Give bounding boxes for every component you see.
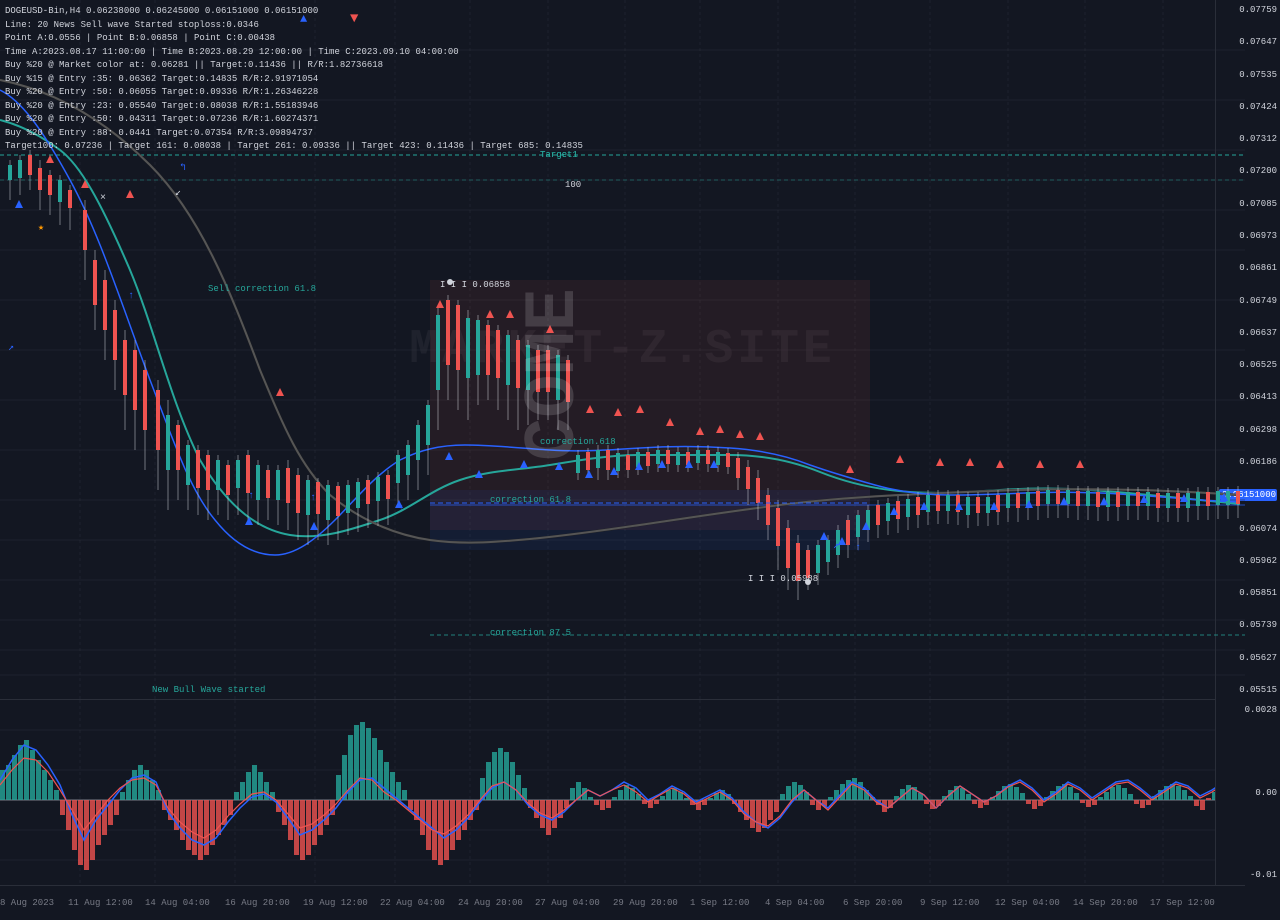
svg-text:×: × bbox=[100, 193, 106, 204]
date-aug19: 19 Aug 12:00 bbox=[303, 898, 368, 908]
date-sep9: 9 Sep 12:00 bbox=[920, 898, 979, 908]
date-sep17: 17 Sep 12:00 bbox=[1150, 898, 1215, 908]
chart-container: MARKET-Z.SITE bbox=[0, 0, 1280, 920]
date-aug16: 16 Aug 20:00 bbox=[225, 898, 290, 908]
macd-val-mid: 0.00 bbox=[1219, 788, 1277, 798]
date-aug22: 22 Aug 04:00 bbox=[380, 898, 445, 908]
svg-text:↗: ↗ bbox=[833, 541, 839, 552]
date-aug27: 27 Aug 04:00 bbox=[535, 898, 600, 908]
svg-text:↑: ↑ bbox=[398, 503, 404, 514]
macd-panel: ZeroLag MACD(12,26) -0.0002 -0.0002 -0.0… bbox=[0, 700, 1245, 885]
bottom-time-axis: 8 Aug 2023 11 Aug 12:00 14 Aug 04:00 16 … bbox=[0, 885, 1245, 920]
main-chart: MARKET-Z.SITE bbox=[0, 0, 1245, 700]
date-aug11: 11 Aug 12:00 bbox=[68, 898, 133, 908]
date-sep1: 1 Sep 12:00 bbox=[690, 898, 749, 908]
svg-text:▲: ▲ bbox=[300, 12, 308, 26]
date-aug24: 24 Aug 20:00 bbox=[458, 898, 523, 908]
main-chart-svg: ▼ ▲ × ↰ ↙ ★ ↗ ↑ ↑ ↑ ↑ ↗ bbox=[0, 0, 1245, 700]
svg-text:COME: COME bbox=[513, 288, 595, 461]
svg-text:↙: ↙ bbox=[175, 188, 181, 199]
svg-text:▼: ▼ bbox=[350, 11, 359, 27]
date-aug8: 8 Aug 2023 bbox=[0, 898, 54, 908]
macd-svg bbox=[0, 700, 1245, 885]
svg-text:↰: ↰ bbox=[180, 163, 186, 174]
svg-text:↑: ↑ bbox=[248, 491, 254, 502]
svg-text:★: ★ bbox=[38, 223, 44, 234]
date-sep14: 14 Sep 20:00 bbox=[1073, 898, 1138, 908]
svg-text:↑: ↑ bbox=[855, 543, 861, 554]
date-aug29: 29 Aug 20:00 bbox=[613, 898, 678, 908]
date-sep6: 6 Sep 20:00 bbox=[843, 898, 902, 908]
date-aug14: 14 Aug 04:00 bbox=[145, 898, 210, 908]
svg-text:↑: ↑ bbox=[128, 291, 134, 302]
macd-val-upper: 0.0028 bbox=[1219, 705, 1277, 715]
macd-val-lower: -0.01 bbox=[1219, 870, 1277, 880]
svg-text:↑: ↑ bbox=[310, 493, 316, 504]
right-macd-axis: 0.0028 0.00 -0.01 bbox=[1215, 700, 1280, 885]
svg-text:↗: ↗ bbox=[8, 343, 14, 354]
date-sep12: 12 Sep 04:00 bbox=[995, 898, 1060, 908]
date-sep4: 4 Sep 04:00 bbox=[765, 898, 824, 908]
svg-text:New Bull Wave started: New Bull Wave started bbox=[152, 685, 265, 695]
